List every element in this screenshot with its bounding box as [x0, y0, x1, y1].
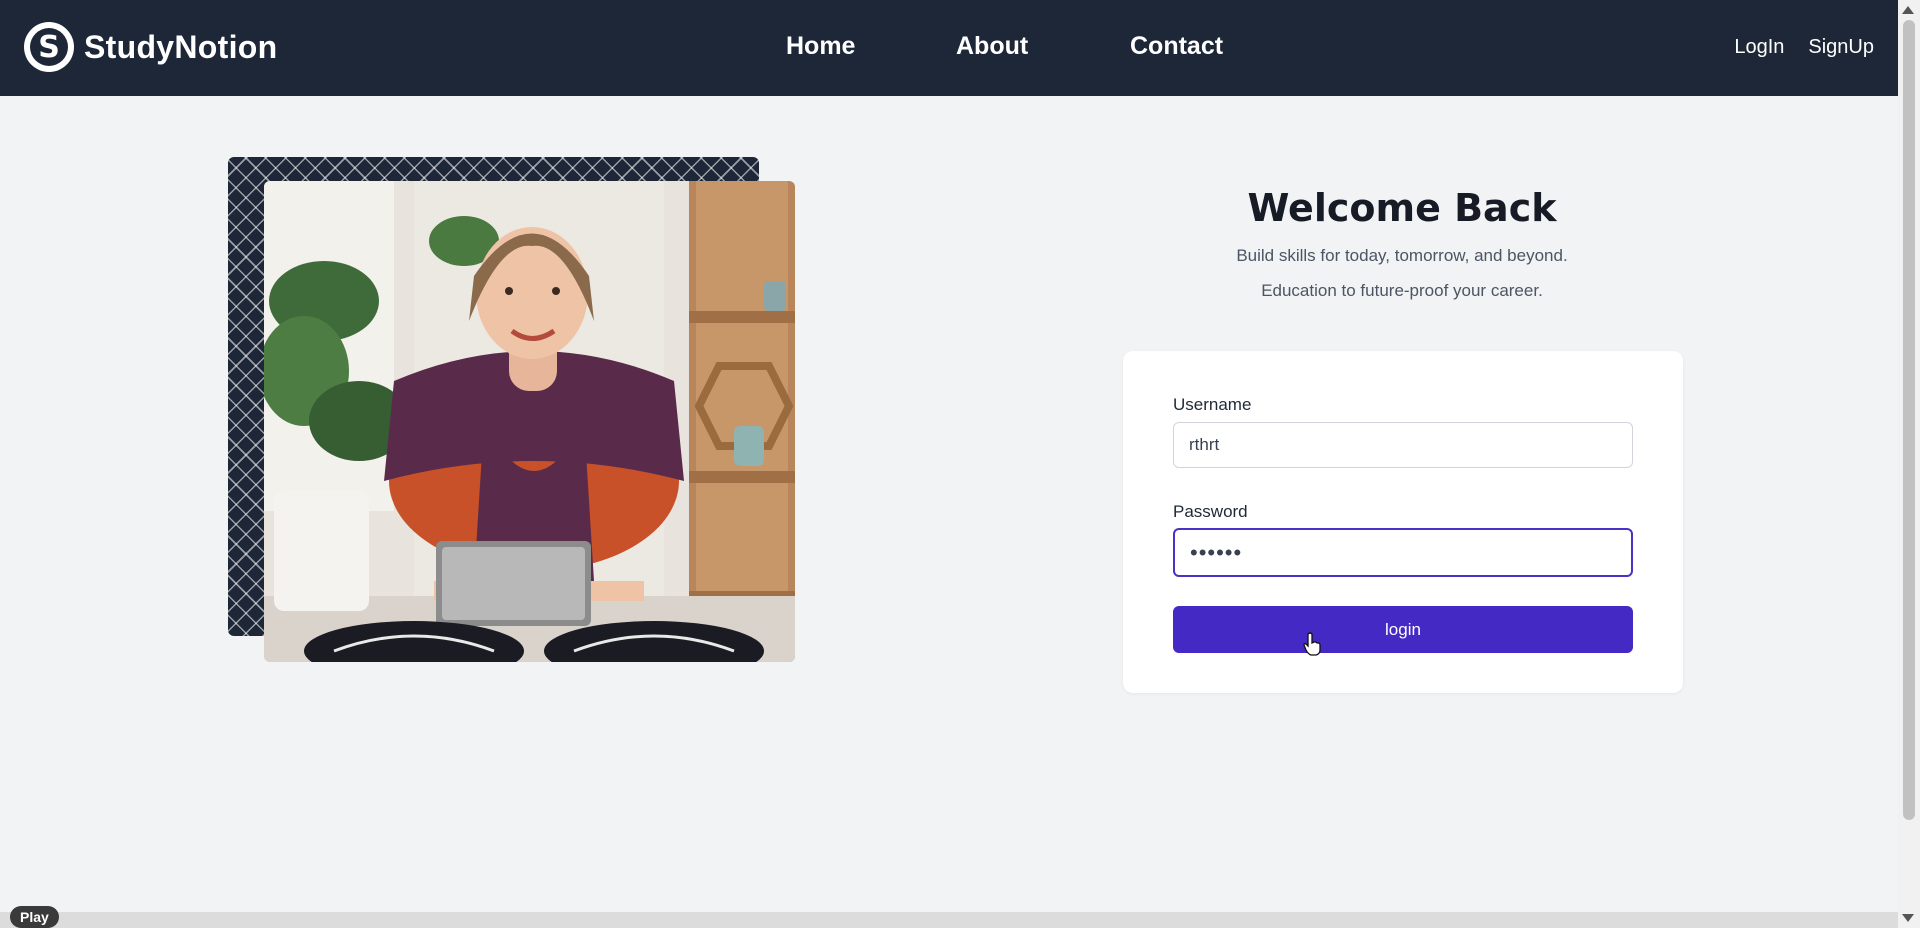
scrollbar-thumb[interactable] [1903, 20, 1915, 820]
brand-name: StudyNotion [84, 28, 278, 65]
vertical-scrollbar[interactable] [1898, 0, 1920, 928]
password-label: Password [1173, 502, 1248, 521]
scroll-up-icon[interactable] [1902, 6, 1914, 14]
nav-about-link[interactable]: About [956, 32, 1028, 61]
browser-viewport: S StudyNotion Home About Contact LogIn S… [0, 0, 1920, 928]
login-link[interactable]: LogIn [1734, 36, 1784, 59]
nav-contact-link[interactable]: Contact [1130, 32, 1223, 61]
username-input[interactable]: rthrt [1173, 422, 1633, 468]
student-photo [264, 181, 795, 662]
username-label: Username [1173, 395, 1252, 414]
signup-link[interactable]: SignUp [1808, 36, 1874, 59]
auth-links: LogIn SignUp [1734, 36, 1874, 59]
scroll-down-icon[interactable] [1902, 914, 1914, 922]
login-form-card: Username rthrt Password •••••• login [1123, 351, 1683, 693]
login-submit-button[interactable]: login [1173, 606, 1633, 653]
password-input[interactable]: •••••• [1173, 528, 1633, 577]
student-photo-illustration [264, 181, 795, 662]
password-value: •••••• [1190, 539, 1243, 565]
nav-home-link[interactable]: Home [786, 32, 855, 61]
welcome-subtitle-2: Education to future-proof your career. [1261, 281, 1543, 300]
brand-logo-letter: S [30, 28, 68, 66]
hand-cursor-icon [1303, 632, 1321, 656]
welcome-subtitle-1: Build skills for today, tomorrow, and be… [1236, 246, 1568, 265]
play-button[interactable]: Play [10, 906, 59, 928]
username-value: rthrt [1189, 435, 1220, 454]
navbar: S StudyNotion Home About Contact LogIn S… [0, 0, 1898, 96]
login-page: S StudyNotion Home About Contact LogIn S… [0, 0, 1898, 928]
brand-logo-icon: S [24, 22, 74, 72]
brand[interactable]: S StudyNotion [24, 22, 278, 72]
horizontal-scrollbar[interactable] [0, 912, 1898, 928]
welcome-title: Welcome Back [1247, 186, 1557, 230]
